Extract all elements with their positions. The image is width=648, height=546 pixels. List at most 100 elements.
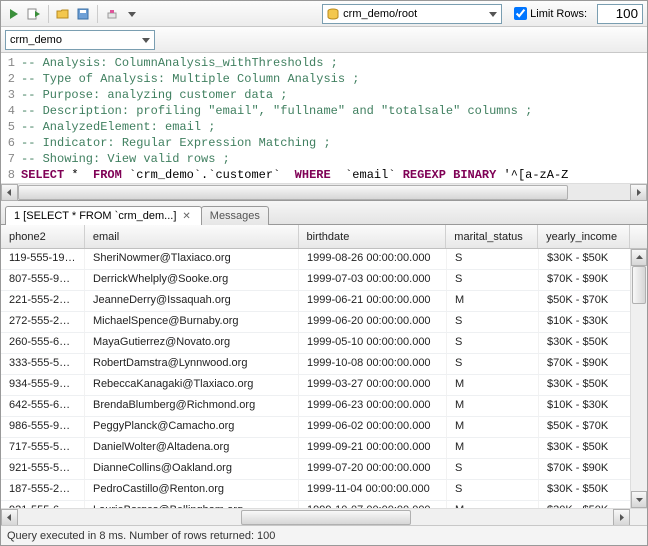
scroll-thumb[interactable] (18, 185, 568, 200)
table-cell: 1999-06-23 00:00:00.000 (299, 396, 447, 416)
scroll-left-button[interactable] (1, 184, 18, 201)
line-code: -- Showing: View valid rows ; (21, 151, 647, 167)
limit-rows-value[interactable] (597, 4, 643, 24)
table-cell: 272-555-2844 (1, 312, 85, 332)
editor-line: 6-- Indicator: Regular Expression Matchi… (1, 135, 647, 151)
scroll-down-button[interactable] (631, 491, 647, 508)
table-row[interactable]: 260-555-6936MayaGutierrez@Novato.org1999… (1, 333, 647, 354)
status-text: Query executed in 8 ms. Number of rows r… (7, 530, 275, 542)
line-number: 8 (1, 167, 21, 183)
table-cell: PedroCastillo@Renton.org (85, 480, 299, 500)
table-row[interactable]: 807-555-9033DerrickWhelply@Sooke.org1999… (1, 270, 647, 291)
table-row[interactable]: 272-555-2844MichaelSpence@Burnaby.org199… (1, 312, 647, 333)
result-tabbar: 1 [SELECT * FROM `crm_dem...] ✕ Messages (1, 201, 647, 225)
table-row[interactable]: 921-555-6608LaurieBorges@Bellingham.org1… (1, 501, 647, 508)
limit-rows-input[interactable] (514, 7, 527, 20)
column-header[interactable]: birthdate (299, 225, 447, 248)
line-number: 7 (1, 151, 21, 167)
separator (48, 5, 49, 23)
table-cell: 1999-07-03 00:00:00.000 (299, 270, 447, 290)
clear-icon[interactable] (103, 5, 121, 23)
close-icon[interactable]: ✕ (180, 211, 192, 222)
save-file-icon[interactable] (74, 5, 92, 23)
table-cell: $50K - $70K (539, 417, 631, 437)
scroll-up-button[interactable] (631, 249, 647, 266)
column-header[interactable]: yearly_income (538, 225, 630, 248)
separator (97, 5, 98, 23)
table-cell: DianneCollins@Oakland.org (85, 459, 299, 479)
table-row[interactable]: 642-555-6483BrendaBlumberg@Richmond.org1… (1, 396, 647, 417)
column-header[interactable]: email (85, 225, 299, 248)
scroll-thumb[interactable] (241, 510, 411, 525)
line-code: -- Purpose: analyzing customer data ; (21, 87, 647, 103)
table-cell: $30K - $50K (539, 501, 631, 508)
table-cell: 921-555-6608 (1, 501, 85, 508)
table-cell: MayaGutierrez@Novato.org (85, 333, 299, 353)
run-script-icon[interactable] (25, 5, 43, 23)
line-code: SELECT * FROM `crm_demo`.`customer` WHER… (21, 167, 647, 183)
table-cell: $10K - $30K (539, 312, 631, 332)
editor-line: 1-- Analysis: ColumnAnalysis_withThresho… (1, 55, 647, 71)
table-row[interactable]: 187-555-2286PedroCastillo@Renton.org1999… (1, 480, 647, 501)
connection-select[interactable]: crm_demo/root (322, 4, 502, 24)
line-code: -- Type of Analysis: Multiple Column Ana… (21, 71, 647, 87)
connection-label: crm_demo/root (343, 8, 417, 20)
table-cell: RebeccaKanagaki@Tlaxiaco.org (85, 375, 299, 395)
scroll-left-button[interactable] (1, 509, 18, 525)
table-row[interactable]: 986-555-9424PeggyPlanck@Camacho.org1999-… (1, 417, 647, 438)
table-cell: SheriNowmer@Tlaxiaco.org (85, 249, 299, 269)
table-row[interactable]: 934-555-9211RebeccaKanagaki@Tlaxiaco.org… (1, 375, 647, 396)
table-row[interactable]: 333-555-5915RobertDamstra@Lynnwood.org19… (1, 354, 647, 375)
table-cell: S (447, 312, 539, 332)
table-cell: 221-555-2493 (1, 291, 85, 311)
line-number: 2 (1, 71, 21, 87)
table-cell: BrendaBlumberg@Richmond.org (85, 396, 299, 416)
grid-header: phone2emailbirthdatemarital_statusyearly… (1, 225, 647, 249)
table-cell: PeggyPlanck@Camacho.org (85, 417, 299, 437)
table-cell: 333-555-5915 (1, 354, 85, 374)
table-cell: M (447, 291, 539, 311)
table-cell: 1999-10-08 00:00:00.000 (299, 354, 447, 374)
table-cell: $30K - $50K (539, 375, 631, 395)
grid-horizontal-scrollbar[interactable] (1, 508, 647, 525)
tab-messages[interactable]: Messages (201, 206, 269, 225)
sql-editor[interactable]: 1-- Analysis: ColumnAnalysis_withThresho… (1, 53, 647, 183)
table-cell: M (447, 375, 539, 395)
main-toolbar: crm_demo/root Limit Rows: (1, 1, 647, 27)
scroll-thumb[interactable] (632, 266, 646, 304)
run-sql-icon[interactable] (5, 5, 23, 23)
table-cell: 807-555-9033 (1, 270, 85, 290)
table-cell: 1999-08-26 00:00:00.000 (299, 249, 447, 269)
limit-rows-label: Limit Rows: (530, 8, 587, 20)
editor-line: 4-- Description: profiling "email", "ful… (1, 103, 647, 119)
table-cell: S (447, 354, 539, 374)
table-cell: $10K - $30K (539, 396, 631, 416)
database-select[interactable]: crm_demo (5, 30, 155, 50)
editor-line: 8SELECT * FROM `crm_demo`.`customer` WHE… (1, 167, 647, 183)
tab-result[interactable]: 1 [SELECT * FROM `crm_dem...] ✕ (5, 206, 202, 225)
table-row[interactable]: 119-555-1969SheriNowmer@Tlaxiaco.org1999… (1, 249, 647, 270)
column-header[interactable]: marital_status (446, 225, 538, 248)
table-row[interactable]: 921-555-5446DianneCollins@Oakland.org199… (1, 459, 647, 480)
table-cell: 642-555-6483 (1, 396, 85, 416)
table-cell: 717-555-5324 (1, 438, 85, 458)
table-cell: 1999-06-21 00:00:00.000 (299, 291, 447, 311)
table-cell: $70K - $90K (539, 459, 631, 479)
table-cell: 1999-06-20 00:00:00.000 (299, 312, 447, 332)
limit-rows-checkbox[interactable]: Limit Rows: (514, 7, 587, 20)
column-header[interactable]: phone2 (1, 225, 85, 248)
table-cell: S (447, 249, 539, 269)
grid-vertical-scrollbar[interactable] (630, 249, 647, 508)
table-cell: 1999-09-21 00:00:00.000 (299, 438, 447, 458)
chevron-down-icon (489, 10, 497, 18)
chevron-down-icon[interactable] (123, 5, 141, 23)
table-cell: S (447, 480, 539, 500)
table-cell: M (447, 501, 539, 508)
open-file-icon[interactable] (54, 5, 72, 23)
table-cell: DerrickWhelply@Sooke.org (85, 270, 299, 290)
scroll-right-button[interactable] (613, 509, 630, 525)
table-row[interactable]: 717-555-5324DanielWolter@Altadena.org199… (1, 438, 647, 459)
table-row[interactable]: 221-555-2493JeanneDerry@Issaquah.org1999… (1, 291, 647, 312)
scroll-right-button[interactable] (630, 184, 647, 201)
editor-horizontal-scrollbar[interactable] (1, 183, 647, 200)
